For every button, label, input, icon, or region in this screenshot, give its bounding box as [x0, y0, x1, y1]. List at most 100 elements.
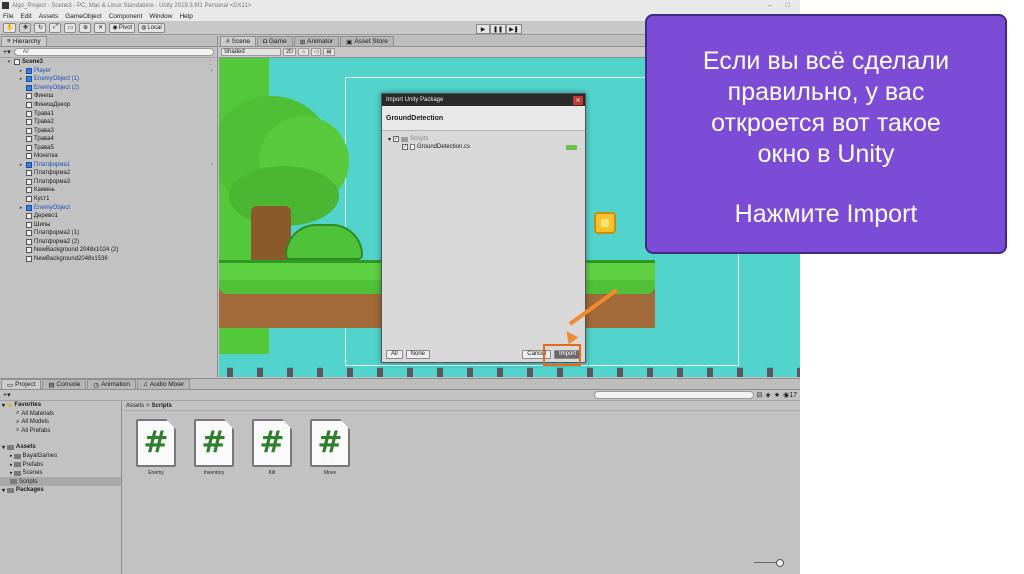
audio-toggle[interactable]: ◁ — [311, 48, 322, 56]
hierarchy-item[interactable]: ▸ EnemyObject — [0, 203, 217, 212]
scene-menu-icon[interactable]: ⋮ — [207, 59, 213, 66]
project-tree-item[interactable]: ⌕ All Models — [0, 418, 121, 427]
tab-asset-store[interactable]: ▣ Asset Store — [340, 36, 394, 46]
script-asset[interactable]: # Inventory — [193, 419, 235, 476]
hierarchy-item[interactable]: ФинишДекор — [0, 101, 217, 110]
maximize-icon[interactable]: □ — [786, 2, 790, 9]
step-button[interactable]: ▶❚ — [506, 24, 522, 34]
hierarchy-item[interactable]: Платформа2 (2) — [0, 237, 217, 246]
rotate-tool-button[interactable]: ↻ — [34, 22, 47, 33]
lighting-toggle[interactable]: ☼ — [298, 48, 310, 56]
project-tree-header[interactable]: ▾ ★ Favorites — [0, 401, 121, 410]
create-dropdown-button[interactable]: +▾ — [3, 48, 11, 56]
collapse-arrow-icon[interactable]: ▸ — [10, 462, 13, 468]
scale-tool-button[interactable]: ⤢ — [49, 22, 62, 33]
hierarchy-item[interactable]: ▸ Платформа1 › — [0, 161, 217, 170]
pause-button[interactable]: ❚❚ — [490, 24, 507, 34]
menu-gameobject[interactable]: GameObject — [65, 13, 102, 20]
tab-animator[interactable]: ⊞ Animator — [293, 36, 340, 46]
hierarchy-item[interactable]: Камень — [0, 186, 217, 195]
tab-game[interactable]: ◘ Game — [257, 36, 293, 46]
project-create-button[interactable]: +▾ — [3, 391, 11, 399]
project-tree-item[interactable]: ⌕ All Materials — [0, 410, 121, 419]
project-tree-item[interactable]: Scripts — [0, 477, 121, 486]
hierarchy-item[interactable]: NewBackground2048x1536 — [0, 255, 217, 264]
hierarchy-item[interactable]: Трава4 — [0, 135, 217, 144]
script-asset[interactable]: # Enemy — [135, 419, 177, 476]
custom-tool-button[interactable]: ✕ — [94, 22, 107, 33]
collapse-arrow-icon[interactable]: ▸ — [18, 205, 24, 211]
prefab-arrow-icon[interactable]: › — [211, 162, 213, 168]
minimize-icon[interactable]: – — [768, 2, 772, 9]
script-asset[interactable]: # Kill — [251, 419, 293, 476]
hierarchy-scene-row[interactable]: ▾ Scene3 ⋮ — [0, 58, 217, 67]
collapse-arrow-icon[interactable]: ▸ — [10, 453, 13, 459]
menu-component[interactable]: Component — [109, 13, 143, 20]
favorite-star-icon[interactable]: ★ — [774, 391, 780, 399]
rect-tool-button[interactable]: ▭ — [64, 22, 77, 33]
menu-assets[interactable]: Assets — [39, 13, 59, 20]
effects-toggle[interactable]: ▤ — [323, 48, 335, 56]
menu-window[interactable]: Window — [149, 13, 172, 20]
menu-edit[interactable]: Edit — [20, 13, 31, 20]
collapse-arrow-icon[interactable]: ▸ — [18, 162, 24, 168]
breadcrumb-assets[interactable]: Assets — [126, 403, 144, 409]
hierarchy-item[interactable]: Трава5 — [0, 143, 217, 152]
hierarchy-item[interactable]: Куст1 — [0, 195, 217, 204]
hierarchy-item[interactable]: Платформа2 (1) — [0, 229, 217, 238]
hierarchy-item[interactable]: NewBackground 2048x1024 (2) — [0, 246, 217, 255]
hierarchy-item[interactable]: Платформа3 — [0, 178, 217, 187]
tab-hierarchy[interactable]: ≡ Hierarchy — [1, 36, 47, 46]
collapse-arrow-icon[interactable]: ▸ — [18, 68, 24, 74]
play-button[interactable]: ▶ — [476, 24, 490, 34]
dialog-close-button[interactable]: ✕ — [573, 95, 583, 105]
label-filter-icon[interactable]: ◈ — [765, 391, 770, 399]
filter-type-icon[interactable]: ⊟ — [757, 391, 763, 399]
expand-arrow-icon[interactable]: ▾ — [388, 136, 391, 143]
collapse-arrow-icon[interactable]: ▸ — [10, 470, 13, 476]
hierarchy-item[interactable]: Шипы — [0, 220, 217, 229]
tab-animation[interactable]: ◷ Animation — [87, 379, 136, 389]
hierarchy-item[interactable]: ▸ EnemyObject (1) — [0, 75, 217, 84]
hierarchy-item[interactable]: Финиш — [0, 92, 217, 101]
hierarchy-item[interactable]: Трава2 — [0, 118, 217, 127]
expand-arrow-icon[interactable]: ▾ — [2, 402, 5, 409]
hierarchy-item[interactable]: Дерево1 — [0, 212, 217, 221]
tab-project[interactable]: ▭ Project — [1, 379, 42, 389]
expand-arrow-icon[interactable]: ▾ — [6, 59, 12, 65]
mode-2d-toggle[interactable]: 2D — [283, 48, 297, 56]
menu-file[interactable]: File — [3, 13, 13, 20]
tab-audio-mixer[interactable]: ♫ Audio Mixer — [136, 379, 191, 389]
project-tree-item[interactable]: ▸ BayatGames — [0, 452, 121, 461]
menu-help[interactable]: Help — [179, 13, 192, 20]
project-tree-item[interactable]: ▸ Prefabs — [0, 460, 121, 469]
icon-size-slider[interactable] — [754, 559, 784, 567]
folder-row[interactable]: ▾ ✓ Scripts — [388, 135, 579, 143]
project-tree-header[interactable]: ▾ Packages — [0, 486, 121, 495]
file-checkbox[interactable]: ✓ — [402, 144, 408, 150]
project-tree-item[interactable]: ▸ Scenes — [0, 469, 121, 478]
breadcrumb-scripts[interactable]: Scripts — [152, 403, 172, 409]
tab-scene[interactable]: # Scene — [220, 36, 257, 46]
project-search-input[interactable] — [593, 391, 754, 399]
hierarchy-item[interactable]: ▸ Player › — [0, 67, 217, 76]
hierarchy-item[interactable]: Монетка — [0, 152, 217, 161]
hierarchy-item[interactable]: Платформа2 — [0, 169, 217, 178]
prefab-arrow-icon[interactable]: › — [211, 68, 213, 74]
shading-mode-select[interactable]: Shaded — [221, 48, 281, 56]
select-none-button[interactable]: None — [405, 349, 431, 359]
pivot-toggle[interactable]: ◉ Pivot — [109, 22, 136, 33]
expand-arrow-icon[interactable]: ▾ — [2, 487, 5, 494]
folder-checkbox[interactable]: ✓ — [393, 136, 400, 142]
hierarchy-item[interactable]: Трава3 — [0, 126, 217, 135]
hierarchy-item[interactable]: Трава1 — [0, 109, 217, 118]
select-all-button[interactable]: All — [386, 349, 403, 359]
hierarchy-item[interactable]: EnemyObject (2) — [0, 84, 217, 93]
file-row[interactable]: ✓ GroundDetection.cs — [388, 143, 579, 151]
project-tree-item[interactable]: ⌕ All Prefabs — [0, 427, 121, 436]
move-tool-button[interactable]: ✥ — [19, 22, 32, 33]
script-asset[interactable]: # Move — [309, 419, 351, 476]
project-tree-header[interactable]: ▾ Assets — [0, 443, 121, 452]
transform-tool-button[interactable]: ⊕ — [79, 22, 92, 33]
hierarchy-search-input[interactable] — [13, 48, 214, 56]
